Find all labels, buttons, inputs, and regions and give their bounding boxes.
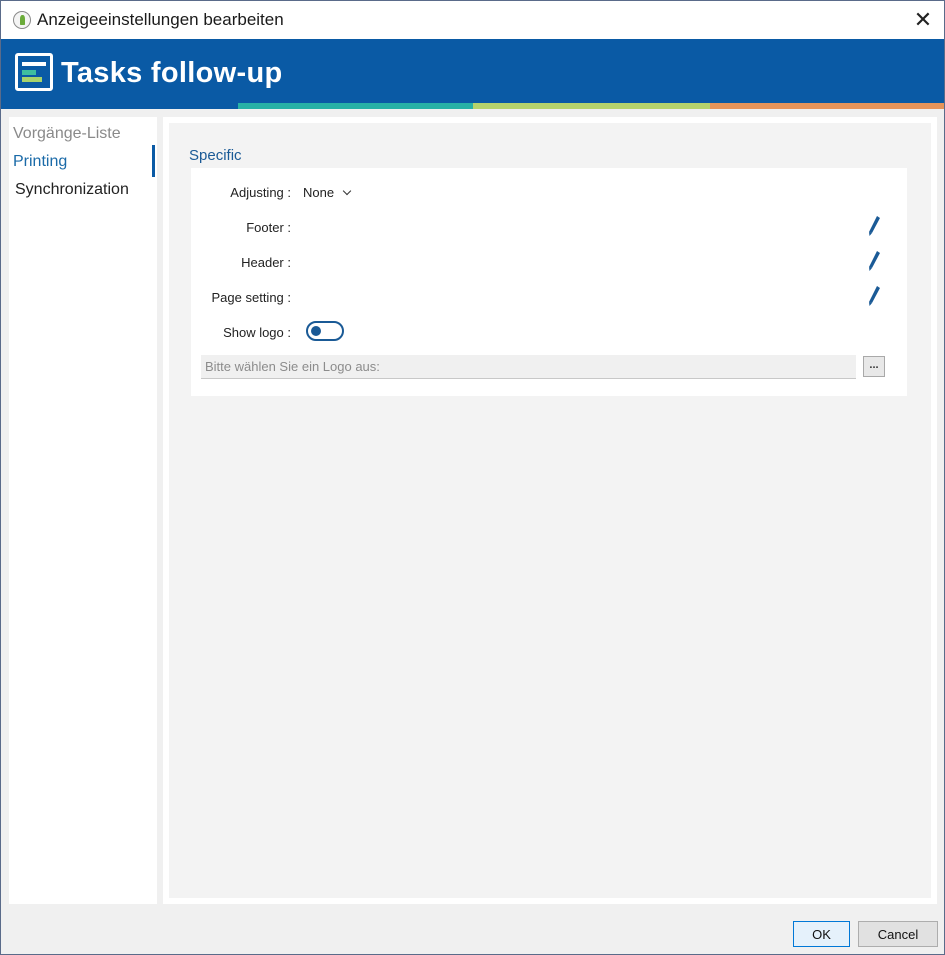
ok-button[interactable]: OK <box>793 921 850 947</box>
show-logo-label: Show logo : <box>223 325 291 340</box>
browse-logo-button[interactable]: ... <box>863 356 885 377</box>
accent-stripe-orange <box>710 103 944 109</box>
app-icon <box>13 11 31 29</box>
sidebar-item-vorgaenge-liste[interactable]: Vorgänge-Liste <box>9 121 157 147</box>
sidebar-item-printing[interactable]: Printing <box>9 149 157 175</box>
cancel-button[interactable]: Cancel <box>858 921 938 947</box>
footer-label: Footer : <box>246 220 291 235</box>
settings-panel-inner: Specific Adjusting : None Footer : Heade… <box>169 123 931 898</box>
list-window-icon <box>15 53 53 91</box>
edit-header-pencil-icon[interactable] <box>867 250 881 272</box>
header-label: Header : <box>241 255 291 270</box>
edit-page-setting-pencil-icon[interactable] <box>867 285 881 307</box>
adjusting-dropdown[interactable]: None <box>303 185 352 200</box>
sidebar-nav: Vorgänge-Liste Printing Synchronization <box>9 117 157 904</box>
close-button[interactable]: ✕ <box>908 5 938 35</box>
logo-path-field[interactable]: Bitte wählen Sie ein Logo aus: <box>201 355 856 379</box>
section-title: Specific <box>189 147 242 164</box>
chevron-down-icon <box>342 186 352 195</box>
specific-settings-card: Adjusting : None Footer : Header : Page … <box>191 168 907 396</box>
settings-panel: Specific Adjusting : None Footer : Heade… <box>163 117 937 904</box>
adjusting-value: None <box>303 185 335 200</box>
show-logo-toggle[interactable] <box>306 321 344 341</box>
title-bar: Anzeigeeinstellungen bearbeiten ✕ <box>1 1 944 39</box>
page-setting-label: Page setting : <box>211 290 292 305</box>
header-banner: Tasks follow-up <box>1 39 944 109</box>
logo-placeholder: Bitte wählen Sie ein Logo aus: <box>205 359 380 374</box>
dialog-window: Anzeigeeinstellungen bearbeiten ✕ Tasks … <box>0 0 945 955</box>
accent-stripe-teal <box>238 103 473 109</box>
toggle-knob <box>311 326 321 336</box>
window-title: Anzeigeeinstellungen bearbeiten <box>37 10 284 29</box>
active-indicator <box>152 145 155 177</box>
accent-stripe-green <box>473 103 710 109</box>
sidebar-item-synchronization[interactable]: Synchronization <box>9 177 157 203</box>
edit-footer-pencil-icon[interactable] <box>867 215 881 237</box>
banner-title: Tasks follow-up <box>61 57 283 89</box>
adjusting-label: Adjusting : <box>230 185 291 200</box>
